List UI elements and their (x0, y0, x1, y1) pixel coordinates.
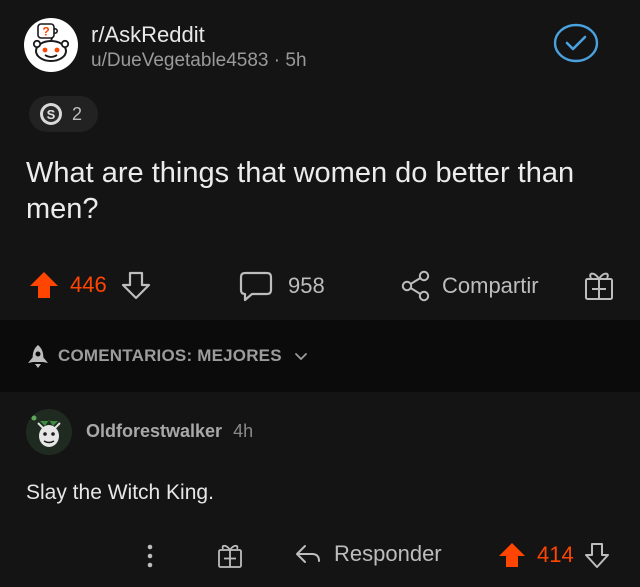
comment-gift-button[interactable] (217, 541, 243, 569)
post-card: ? r/AskReddit u/DueVegetable4583 · 5h S … (0, 0, 640, 320)
comment-bubble-icon (239, 271, 273, 302)
post-author[interactable]: u/DueVegetable4583 (91, 50, 269, 71)
share-label: Compartir (442, 273, 539, 298)
chevron-down-icon (294, 353, 307, 361)
subreddit-name[interactable]: r/AskReddit (91, 22, 205, 48)
comment-downvote-button[interactable] (584, 541, 610, 569)
meta-separator: · (273, 50, 286, 71)
sort-bar: COMENTARIOS: MEJORES (0, 320, 640, 392)
user-avatar-icon (26, 409, 72, 455)
comment-card: Oldforestwalker 4h Slay the Witch King. … (0, 392, 640, 587)
check-circle-icon (553, 23, 599, 63)
downvote-arrow-icon (121, 271, 150, 300)
comment-count: 958 (288, 273, 325, 298)
award-icon: S (40, 103, 62, 125)
user-avatar[interactable] (26, 409, 72, 455)
check-button[interactable] (553, 23, 599, 63)
downvote-arrow-icon (584, 543, 609, 568)
sort-button[interactable]: COMENTARIOS: MEJORES (26, 343, 310, 369)
gift-award-button[interactable] (583, 268, 615, 302)
upvote-count: 446 (70, 272, 107, 297)
comment-body: Slay the Witch King. (26, 481, 214, 504)
downvote-button[interactable] (121, 270, 151, 300)
upvote-button[interactable] (28, 270, 60, 300)
comment-vote-group: 414 (497, 541, 610, 569)
subreddit-avatar[interactable]: ? (24, 18, 78, 72)
sort-label: COMENTARIOS: MEJORES (58, 346, 282, 365)
svg-text:S: S (47, 107, 56, 122)
post-title[interactable]: What are things that women do better tha… (26, 155, 616, 227)
askreddit-snoo-icon: ? (32, 23, 70, 62)
more-options-button[interactable] (140, 541, 160, 571)
comment-username[interactable]: Oldforestwalker (86, 421, 222, 441)
upvote-arrow-icon (30, 272, 58, 298)
reply-label: Responder (334, 541, 442, 566)
post-meta: u/DueVegetable4583 · 5h (91, 50, 307, 72)
comment-author-line: Oldforestwalker 4h (86, 421, 253, 442)
upvote-arrow-icon (499, 543, 525, 567)
award-count: 2 (72, 103, 83, 124)
rocket-icon (28, 345, 48, 368)
share-button[interactable]: Compartir (400, 270, 539, 302)
svg-text:?: ? (42, 25, 49, 39)
upvote-group: 446 (28, 270, 151, 300)
comments-button[interactable]: 958 (238, 270, 325, 302)
gift-icon (218, 544, 242, 568)
reply-button[interactable]: Responder (294, 541, 442, 567)
more-vertical-icon (147, 544, 153, 568)
reply-arrow-icon (296, 545, 320, 563)
comment-upvote-button[interactable] (497, 541, 527, 569)
comment-upvote-count: 414 (537, 542, 574, 567)
gift-icon (585, 272, 613, 300)
comment-action-bar: Responder 414 (0, 537, 640, 577)
post-action-bar: 446 958 Compartir (0, 262, 640, 310)
post-age: 5h (285, 50, 307, 71)
award-chip[interactable]: S 2 (29, 96, 98, 132)
comment-age: 4h (233, 421, 254, 441)
share-icon (401, 270, 430, 302)
